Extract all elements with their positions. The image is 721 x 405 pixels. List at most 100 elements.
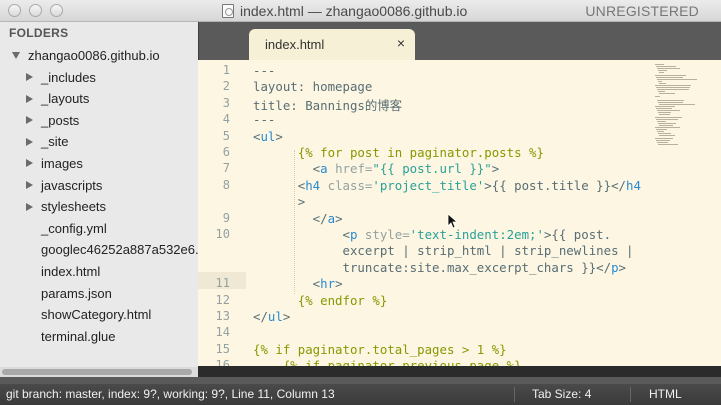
minimap-line [659, 103, 695, 105]
minimap-line [657, 89, 690, 91]
tree-item-label: params.json [41, 285, 112, 301]
tab-size-selector[interactable]: Tab Size: 4 [532, 387, 591, 401]
minimap-line [656, 118, 678, 120]
line-number: 3 [222, 95, 230, 110]
code-line: </ul> [253, 309, 291, 324]
tab-index-html[interactable]: index.html × [249, 29, 415, 60]
tab-close-icon[interactable]: × [397, 35, 405, 51]
code-line: </a> [253, 210, 343, 226]
disclosure-right-icon[interactable] [26, 137, 33, 146]
code-line: {% for post in paginator.posts %} [253, 145, 544, 160]
tree-folder[interactable]: _includes [26, 67, 96, 87]
line-number: 16 [215, 358, 230, 366]
minimap-line [657, 120, 666, 122]
document-icon [222, 4, 234, 18]
close-window-button[interactable] [8, 4, 21, 17]
scrollbar-thumb[interactable] [2, 369, 192, 375]
code-editor[interactable]: 1 2 3 4 5 6 7 8 9 10 11 12 13 14 15 16 --- layout: homep… [198, 60, 721, 366]
line-number: 1 [222, 63, 230, 77]
tree-file[interactable]: index.html [41, 261, 100, 281]
minimap-line [657, 68, 681, 70]
line-number: 7 [222, 161, 230, 176]
tree-item-label: _site [41, 134, 69, 150]
code-line: <hr> [253, 276, 343, 292]
code-line: <p style='text-indent:2em;'>{{ post. [253, 227, 612, 242]
tree-file[interactable]: showCategory.html [41, 305, 151, 325]
tree-item-label: images [41, 155, 83, 171]
line-number: 14 [215, 325, 230, 340]
tree-item-label: _includes [41, 69, 96, 85]
status-gap [0, 377, 721, 384]
window-title: index.html — zhangao0086.github.io [240, 3, 468, 19]
disclosure-right-icon[interactable] [26, 202, 33, 211]
tree-root-folder[interactable]: zhangao0086.github.io [12, 45, 160, 65]
tree-folder[interactable]: _posts [26, 110, 79, 130]
line-number: 2 [222, 79, 230, 94]
tree-file[interactable]: _config.yml [41, 218, 107, 238]
minimap-line [655, 106, 675, 107]
folder-sidebar: FOLDERS zhangao0086.github.io _includes _… [0, 22, 198, 377]
zoom-window-button[interactable] [50, 4, 63, 17]
line-number: 9 [222, 210, 230, 225]
tab-label: index.html [265, 37, 325, 52]
code-line: layout: homepage [253, 79, 373, 95]
line-number: 15 [215, 341, 230, 356]
tree-folder[interactable]: _layouts [26, 89, 89, 109]
minimap[interactable] [649, 60, 721, 150]
tree-file[interactable]: terminal.glue [41, 326, 115, 346]
tree-file[interactable]: params.json [41, 283, 112, 303]
minimap-line [657, 99, 684, 101]
code-line: excerpt | strip_html | strip_newlines | [253, 243, 634, 259]
minimap-line [655, 127, 681, 128]
minimap-line [659, 82, 667, 84]
sidebar-horizontal-scrollbar[interactable] [0, 367, 198, 377]
tree-item-label: index.html [41, 263, 101, 279]
line-number: 12 [215, 292, 230, 307]
line-number: 5 [222, 128, 230, 143]
code-line: > [253, 194, 306, 210]
minimap-line [658, 91, 666, 93]
code-line: <h4 class='project_title'>{{ post.title … [253, 177, 641, 193]
syntax-selector[interactable]: HTML [649, 387, 682, 401]
minimap-line [655, 85, 691, 86]
tab-bar: index.html × [198, 22, 721, 60]
line-number: 6 [222, 145, 230, 159]
indent-guide [294, 150, 295, 294]
minimap-line [659, 114, 670, 116]
folders-header: FOLDERS [9, 26, 69, 40]
status-git-position: git branch: master, index: 9?, working: … [6, 387, 335, 401]
tree-item-label: _posts [41, 112, 80, 128]
minimap-line [658, 133, 671, 135]
code-line: --- [253, 63, 276, 78]
disclosure-right-icon[interactable] [26, 116, 33, 125]
minimize-window-button[interactable] [29, 4, 42, 17]
tree-item-label: javascripts [41, 177, 103, 193]
disclosure-right-icon[interactable] [26, 94, 33, 103]
minimap-line [656, 76, 683, 78]
tree-folder[interactable]: javascripts [26, 175, 102, 195]
code-line: {% if paginator.previous_page %} [253, 358, 522, 366]
line-number: 11 [215, 276, 230, 291]
code-line: <a href="{{ post.url }}"> [253, 161, 500, 177]
disclosure-down-icon[interactable] [12, 51, 20, 59]
minimap-line [658, 70, 667, 72]
tree-item-label: showCategory.html [41, 307, 152, 323]
disclosure-right-icon[interactable] [26, 159, 33, 168]
tree-folder[interactable]: stylesheets [26, 197, 106, 217]
disclosure-right-icon[interactable] [26, 73, 33, 81]
minimap-line [656, 139, 671, 141]
tree-file[interactable]: googlec46252a887a532e6. [41, 240, 198, 260]
line-number: 10 [215, 227, 230, 241]
tree-folder[interactable]: _site [26, 132, 68, 152]
line-number: 13 [215, 309, 230, 323]
minimap-line [657, 131, 665, 133]
disclosure-right-icon[interactable] [26, 181, 33, 189]
code-line: --- [253, 112, 276, 128]
status-divider [630, 387, 631, 402]
minimap-line [658, 80, 662, 82]
tree-folder[interactable]: images [26, 153, 83, 173]
tree-item-label: stylesheets [41, 199, 107, 215]
code-line: <ul> [253, 128, 283, 144]
minimap-line [655, 95, 661, 97]
minimap-line [657, 110, 681, 112]
